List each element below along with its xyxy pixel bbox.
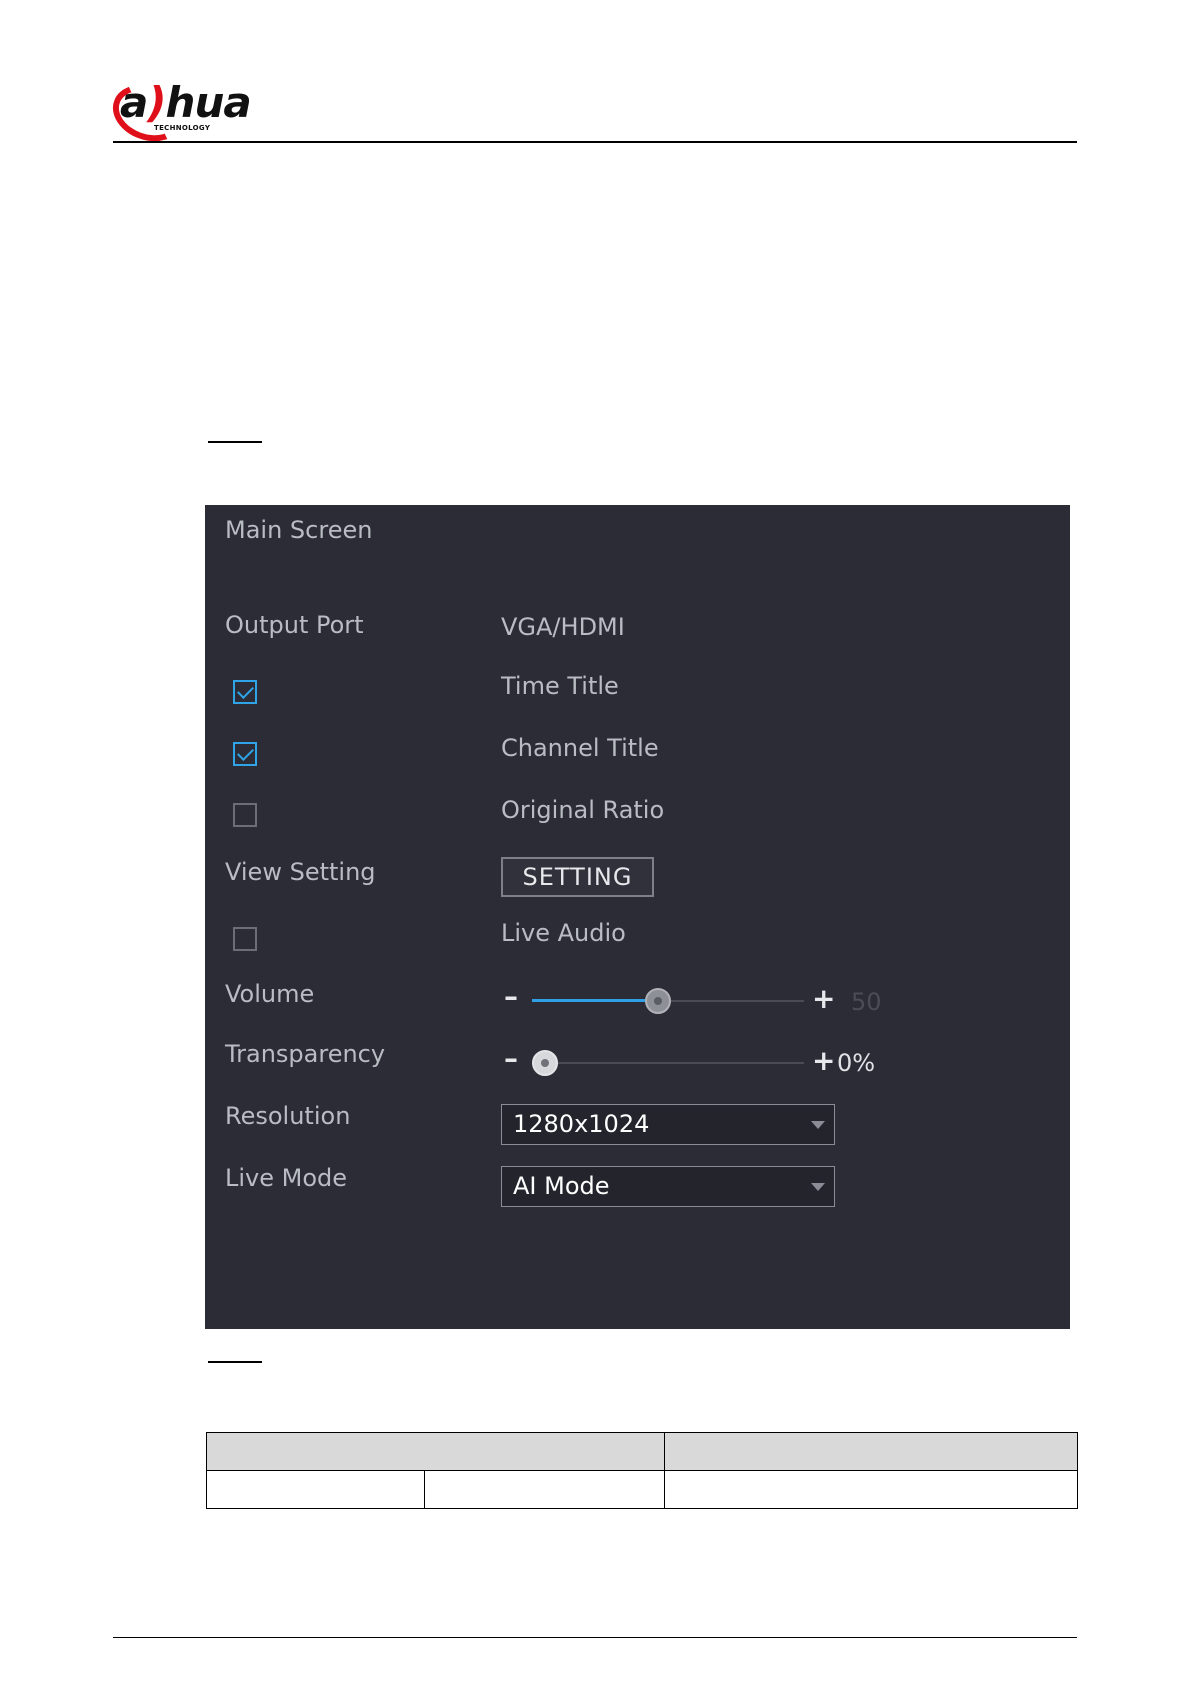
step-marker [208,441,262,443]
live-audio-checkbox[interactable] [233,927,257,951]
table-header-row [206,1432,1078,1471]
parameter-table [206,1432,1078,1509]
output-port-label: Output Port [225,611,364,639]
main-screen-panel: Main Screen Output Port VGA/HDMI Time Ti… [205,505,1070,1329]
output-port-value: VGA/HDMI [501,613,625,641]
transparency-value: 0% [837,1049,876,1077]
original-ratio-label: Original Ratio [501,796,665,824]
step-marker [208,1361,262,1363]
volume-slider-handle[interactable] [645,988,671,1014]
volume-label: Volume [225,980,315,1008]
table-cell [664,1470,1078,1509]
transparency-decrease-icon[interactable]: – [504,1045,518,1073]
panel-title: Main Screen [225,516,373,544]
footer-divider [113,1637,1077,1638]
live-mode-value: AI Mode [513,1172,610,1200]
resolution-label: Resolution [225,1102,351,1130]
resolution-dropdown[interactable]: 1280x1024 [501,1104,835,1145]
logo-wordmark: ​a)hua [120,78,252,127]
dahua-logo: ​a)hua TECHNOLOGY [104,75,272,151]
table-header-cell [206,1432,665,1471]
original-ratio-checkbox[interactable] [233,803,257,827]
time-title-checkbox[interactable] [233,680,257,704]
channel-title-checkbox[interactable] [233,742,257,766]
chevron-down-icon [811,1121,825,1129]
live-mode-label: Live Mode [225,1164,348,1192]
transparency-label: Transparency [225,1040,386,1068]
table-row [206,1470,1078,1509]
chevron-down-icon [811,1183,825,1191]
transparency-increase-icon[interactable]: + [812,1047,835,1075]
table-cell [206,1470,425,1509]
live-audio-label: Live Audio [501,919,626,947]
transparency-track[interactable] [532,1062,804,1064]
channel-title-label: Channel Title [501,734,659,762]
volume-fill [532,999,658,1002]
volume-decrease-icon[interactable]: – [504,983,518,1011]
resolution-value: 1280x1024 [513,1110,650,1138]
header-divider [113,141,1077,143]
setting-button[interactable]: SETTING [501,857,654,897]
volume-increase-icon[interactable]: + [812,985,835,1013]
volume-value: 50 [851,988,882,1016]
table-header-cell [664,1432,1078,1471]
table-cell [424,1470,665,1509]
logo-tagline: TECHNOLOGY [154,124,211,132]
view-setting-label: View Setting [225,858,376,886]
live-mode-dropdown[interactable]: AI Mode [501,1166,835,1207]
time-title-label: Time Title [501,672,619,700]
transparency-slider-handle[interactable] [532,1050,558,1076]
